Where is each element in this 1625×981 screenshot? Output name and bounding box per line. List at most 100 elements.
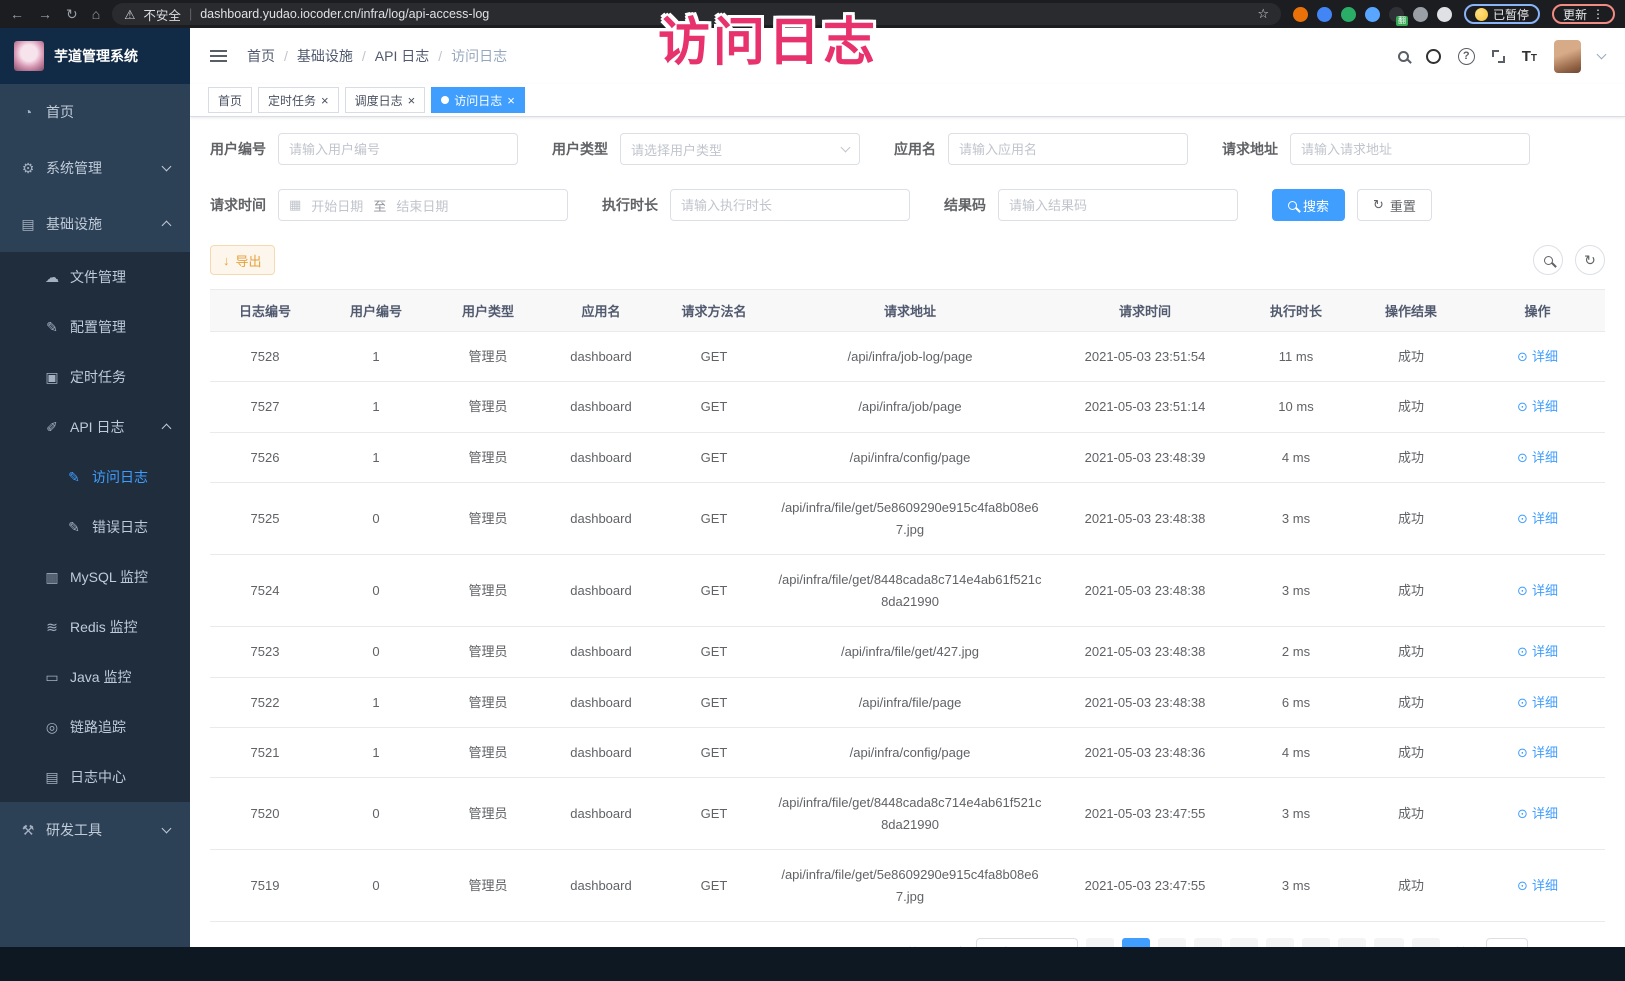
sidebar-item-Java 监控[interactable]: ▭Java 监控 bbox=[0, 652, 190, 702]
tab-label: 定时任务 bbox=[268, 92, 316, 109]
user-avatar[interactable] bbox=[1554, 40, 1581, 73]
breadcrumb-item[interactable]: 基础设施 bbox=[297, 46, 353, 66]
sidebar-item-MySQL 监控[interactable]: ▥MySQL 监控 bbox=[0, 552, 190, 602]
detail-link[interactable]: ⊙详细 bbox=[1517, 396, 1558, 417]
cell-result: 成功 bbox=[1352, 483, 1470, 555]
request-time-range-picker[interactable]: ▦ 开始日期 至 结束日期 bbox=[278, 189, 568, 221]
tab-定时任务[interactable]: 定时任务 × bbox=[258, 87, 339, 113]
reset-icon: ↻ bbox=[1373, 197, 1384, 213]
export-button[interactable]: ↓ 导出 bbox=[210, 245, 275, 275]
sidebar-item-错误日志[interactable]: ✎错误日志 bbox=[0, 502, 190, 552]
security-label: 不安全 bbox=[143, 5, 181, 24]
cell-duration: 4 ms bbox=[1240, 727, 1352, 777]
cell-method: GET bbox=[658, 432, 770, 482]
sidebar-item-研发工具[interactable]: ⚒研发工具 bbox=[0, 802, 190, 858]
address-bar[interactable]: ⚠ 不安全 | dashboard.yudao.iocoder.cn/infra… bbox=[112, 3, 1281, 25]
chevron-down-icon bbox=[162, 824, 172, 834]
refresh-button[interactable]: ↻ bbox=[1575, 245, 1605, 275]
search-button[interactable]: 搜索 bbox=[1272, 189, 1345, 221]
active-tab-dot-icon bbox=[441, 96, 449, 104]
cell-action: ⊙详细 bbox=[1470, 555, 1605, 627]
sidebar-item-日志中心[interactable]: ▤日志中心 bbox=[0, 752, 190, 802]
sidebar-item-配置管理[interactable]: ✎配置管理 bbox=[0, 302, 190, 352]
close-icon[interactable]: × bbox=[408, 94, 416, 107]
browser-menu-icon[interactable]: ⋮ bbox=[1592, 7, 1604, 21]
extension-orange-icon[interactable] bbox=[1293, 7, 1308, 22]
extension-multicolor-icon[interactable] bbox=[1365, 7, 1380, 22]
bookmark-star-icon[interactable]: ☆ bbox=[1257, 6, 1269, 22]
extension-gray-icon[interactable] bbox=[1413, 7, 1428, 22]
cell-app: dashboard bbox=[544, 432, 658, 482]
extension-puzzle-icon[interactable] bbox=[1437, 7, 1452, 22]
download-icon: ↓ bbox=[223, 253, 230, 268]
user-id-input[interactable] bbox=[289, 142, 507, 157]
sidebar-item-基础设施[interactable]: ▤基础设施 bbox=[0, 196, 190, 252]
chevron-up-icon bbox=[162, 221, 172, 231]
cell-user_type: 管理员 bbox=[432, 850, 544, 922]
cell-user_type: 管理员 bbox=[432, 483, 544, 555]
column-header: 执行时长 bbox=[1240, 290, 1352, 332]
breadcrumb-item[interactable]: API 日志 bbox=[375, 46, 429, 66]
extension-green-circle-icon[interactable] bbox=[1341, 7, 1356, 22]
browser-update-button[interactable]: 更新 ⋮ bbox=[1552, 4, 1615, 24]
user-type-select[interactable]: 请选择用户类型 bbox=[620, 133, 860, 165]
avatar-caret-icon[interactable] bbox=[1597, 50, 1607, 60]
detail-link[interactable]: ⊙详细 bbox=[1517, 508, 1558, 529]
column-header: 请求方法名 bbox=[658, 290, 770, 332]
cell-user_id: 1 bbox=[320, 677, 432, 727]
breadcrumb-item[interactable]: 首页 bbox=[247, 46, 275, 66]
sidebar-item-首页[interactable]: ◔首页 bbox=[0, 84, 190, 140]
browser-reload-icon[interactable]: ↻ bbox=[66, 6, 78, 23]
detail-link[interactable]: ⊙详细 bbox=[1517, 580, 1558, 601]
font-size-icon[interactable]: TT bbox=[1522, 48, 1537, 65]
tab-首页[interactable]: 首页 bbox=[208, 87, 252, 113]
sidebar-item-API 日志[interactable]: ✐API 日志 bbox=[0, 402, 190, 452]
extension-blue-shield-icon[interactable] bbox=[1317, 7, 1332, 22]
url-text: dashboard.yudao.iocoder.cn/infra/log/api… bbox=[200, 7, 489, 21]
sidebar-logo-bar[interactable]: 芋道管理系统 bbox=[0, 28, 190, 84]
file-manage-icon: ☁ bbox=[44, 269, 60, 286]
breadcrumb-separator: / bbox=[362, 48, 366, 64]
reset-button[interactable]: ↻ 重置 bbox=[1357, 189, 1432, 221]
detail-link[interactable]: ⊙详细 bbox=[1517, 447, 1558, 468]
browser-forward-icon[interactable]: → bbox=[38, 6, 52, 23]
cell-duration: 3 ms bbox=[1240, 850, 1352, 922]
result-code-input[interactable] bbox=[1009, 198, 1227, 213]
tab-调度日志[interactable]: 调度日志× bbox=[345, 87, 426, 113]
sidebar-item-定时任务[interactable]: ▣定时任务 bbox=[0, 352, 190, 402]
app-name-input[interactable] bbox=[959, 142, 1177, 157]
duration-input[interactable] bbox=[681, 198, 899, 213]
extension-translate-icon[interactable]: 翻 bbox=[1389, 7, 1404, 22]
close-icon[interactable]: × bbox=[507, 94, 515, 107]
detail-link[interactable]: ⊙详细 bbox=[1517, 346, 1558, 367]
close-icon[interactable]: × bbox=[321, 94, 329, 107]
paused-extension-pill[interactable]: 已暂停 bbox=[1464, 4, 1540, 24]
browser-home-icon[interactable]: ⌂ bbox=[92, 6, 100, 23]
fullscreen-icon[interactable] bbox=[1492, 50, 1505, 63]
sidebar-item-访问日志[interactable]: ✎访问日志 bbox=[0, 452, 190, 502]
cell-method: GET bbox=[658, 677, 770, 727]
detail-link[interactable]: ⊙详细 bbox=[1517, 803, 1558, 824]
help-icon[interactable]: ? bbox=[1458, 48, 1475, 65]
cell-method: GET bbox=[658, 778, 770, 850]
cell-id: 7527 bbox=[210, 382, 320, 432]
sidebar-item-文件管理[interactable]: ☁文件管理 bbox=[0, 252, 190, 302]
sidebar-item-Redis 监控[interactable]: ≋Redis 监控 bbox=[0, 602, 190, 652]
detail-link[interactable]: ⊙详细 bbox=[1517, 641, 1558, 662]
header-search-icon[interactable] bbox=[1398, 51, 1409, 62]
github-icon[interactable] bbox=[1426, 49, 1441, 64]
detail-link[interactable]: ⊙详细 bbox=[1517, 692, 1558, 713]
table-row: 75221管理员dashboardGET/api/infra/file/page… bbox=[210, 677, 1605, 727]
cell-app: dashboard bbox=[544, 727, 658, 777]
tab-访问日志[interactable]: 访问日志× bbox=[431, 87, 525, 113]
detail-link[interactable]: ⊙详细 bbox=[1517, 742, 1558, 763]
sidebar-item-系统管理[interactable]: ⚙系统管理 bbox=[0, 140, 190, 196]
cell-time: 2021-05-03 23:47:55 bbox=[1050, 778, 1240, 850]
hamburger-icon[interactable] bbox=[210, 50, 227, 52]
cell-duration: 10 ms bbox=[1240, 382, 1352, 432]
request-url-input[interactable] bbox=[1301, 142, 1519, 157]
sidebar-item-链路追踪[interactable]: ◎链路追踪 bbox=[0, 702, 190, 752]
detail-link[interactable]: ⊙详细 bbox=[1517, 875, 1558, 896]
toggle-search-button[interactable] bbox=[1533, 245, 1563, 275]
browser-back-icon[interactable]: ← bbox=[10, 6, 24, 23]
